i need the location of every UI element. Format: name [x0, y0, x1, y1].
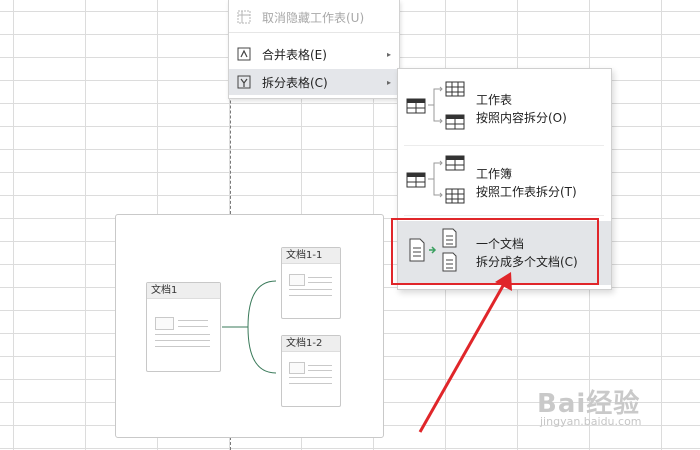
- watermark-url: jingyan.baidu.com: [540, 415, 642, 428]
